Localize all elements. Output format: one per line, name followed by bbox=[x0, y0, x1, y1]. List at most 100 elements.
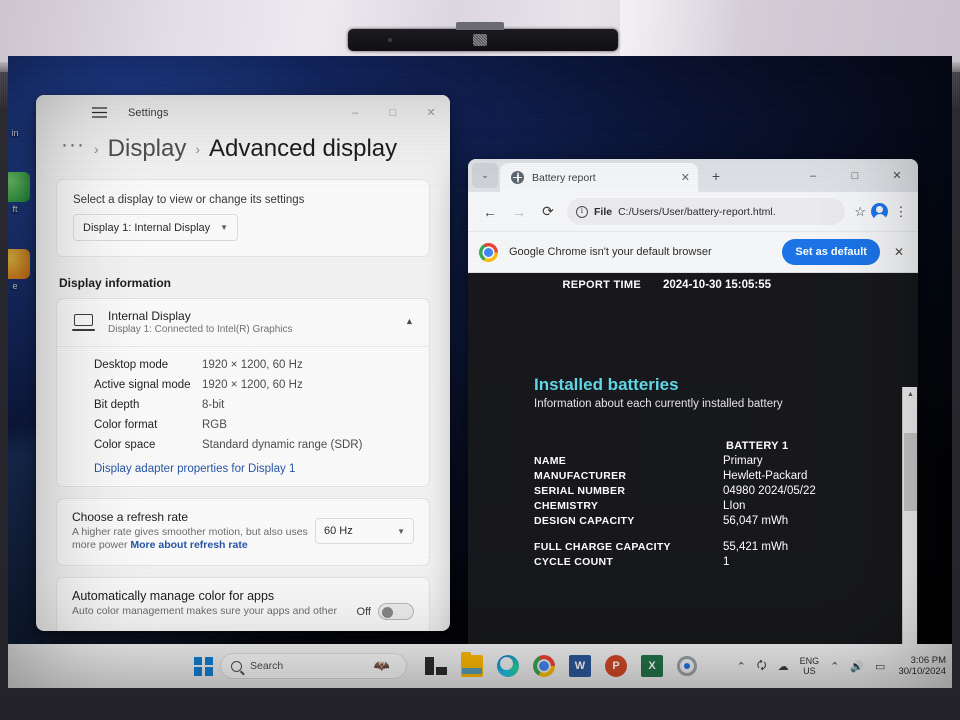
clock[interactable]: 3:06 PM 30/10/2024 bbox=[896, 655, 946, 678]
tab-search-button[interactable]: ⌄ bbox=[472, 163, 498, 188]
hamburger-menu-icon[interactable] bbox=[84, 100, 114, 126]
forward-button[interactable]: → bbox=[506, 199, 532, 225]
battery-row: CYCLE COUNT 1 bbox=[468, 556, 902, 568]
reload-button[interactable]: ⟳ bbox=[535, 199, 561, 225]
battery-row: SERIAL NUMBER 04980 2024/05/22 bbox=[468, 485, 902, 497]
taskbar[interactable]: Search 🦇 W P X ⌃ 🗘 ☁ ENG US ⌃ 🔊 ▭ 3:06 P… bbox=[8, 644, 952, 688]
globe-favicon-icon bbox=[511, 171, 524, 184]
report-time-value: 2024-10-30 15:05:55 bbox=[663, 279, 772, 291]
settings-close-button[interactable]: ✕ bbox=[412, 95, 450, 130]
settings-minimize-button[interactable]: – bbox=[336, 95, 374, 130]
wifi-icon[interactable]: ⌃ bbox=[830, 660, 839, 673]
task-view-icon[interactable] bbox=[425, 655, 447, 677]
profile-avatar-icon[interactable] bbox=[871, 203, 888, 221]
breadcrumb-display-link[interactable]: Display bbox=[108, 135, 187, 163]
url-text: C:/Users/User/battery-report.html. bbox=[618, 205, 776, 218]
chrome-maximize-button[interactable]: □ bbox=[834, 159, 876, 192]
installed-batteries-subtitle: Information about each currently install… bbox=[534, 398, 783, 410]
scroll-up-arrow-icon[interactable]: ▲ bbox=[903, 387, 918, 402]
chrome-menu-icon[interactable]: ⋮ bbox=[893, 204, 909, 220]
windows-logo-icon[interactable] bbox=[194, 656, 213, 676]
info-value: Standard dynamic range (SDR) bbox=[202, 439, 363, 451]
set-as-default-button[interactable]: Set as default bbox=[782, 239, 880, 265]
battery-icon[interactable]: ▭ bbox=[875, 660, 885, 673]
chrome-close-button[interactable]: ✕ bbox=[876, 159, 918, 192]
laptop-display-icon bbox=[72, 313, 95, 331]
microsoft-powerpoint-icon[interactable]: P bbox=[605, 655, 627, 677]
new-tab-button[interactable]: + bbox=[704, 164, 728, 188]
internal-display-sub: Display 1: Connected to Intel(R) Graphic… bbox=[108, 324, 293, 335]
battery-column-header: BATTERY 1 bbox=[726, 440, 789, 452]
search-input[interactable]: Search 🦇 bbox=[220, 653, 407, 679]
chrome-window[interactable]: ⌄ Battery report ✕ + – □ ✕ ← → ⟳ i File … bbox=[468, 159, 918, 670]
microsoft-excel-icon[interactable]: X bbox=[641, 655, 663, 677]
back-button[interactable]: ← bbox=[477, 199, 503, 225]
language-line-2: US bbox=[803, 666, 816, 676]
microsoft-word-icon[interactable]: W bbox=[569, 655, 591, 677]
info-value: RGB bbox=[202, 419, 227, 431]
microsoft-edge-icon[interactable] bbox=[497, 655, 519, 677]
breadcrumb-separator: › bbox=[195, 141, 201, 157]
battery-key: MANUFACTURER bbox=[534, 470, 627, 482]
screenshot-root: in ft e back-arrow-icon Settings – bbox=[0, 0, 960, 720]
clock-date: 30/10/2024 bbox=[898, 666, 946, 677]
settings-gear-icon[interactable] bbox=[677, 656, 697, 676]
file-scheme-label: File bbox=[594, 205, 613, 218]
clock-time: 3:06 PM bbox=[910, 654, 946, 666]
vertical-scrollbar-thumb[interactable] bbox=[904, 433, 917, 511]
battery-row: NAME Primary bbox=[468, 455, 902, 467]
display-adapter-properties-link[interactable]: Display adapter properties for Display 1 bbox=[57, 459, 429, 486]
battery-value: 1 bbox=[723, 556, 730, 568]
refresh-rate-value: 60 Hz bbox=[324, 525, 353, 537]
info-key: Desktop mode bbox=[94, 359, 169, 371]
close-tab-icon[interactable]: ✕ bbox=[681, 171, 690, 184]
display-select-hint: Select a display to view or change its s… bbox=[73, 194, 305, 206]
webcam-lens bbox=[473, 34, 487, 46]
refresh-rate-title: Choose a refresh rate bbox=[72, 510, 189, 524]
onedrive-icon[interactable]: ☁ bbox=[778, 660, 789, 673]
battery-row: DESIGN CAPACITY 56,047 mWh bbox=[468, 515, 902, 527]
vertical-scrollbar[interactable]: ▲ ▼ bbox=[902, 387, 917, 655]
auto-color-description: Auto color management makes sure your ap… bbox=[72, 605, 337, 617]
google-chrome-icon[interactable] bbox=[533, 655, 555, 677]
search-icon bbox=[231, 660, 242, 672]
language-indicator[interactable]: ENG US bbox=[800, 656, 820, 676]
display-select-dropdown[interactable]: Display 1: Internal Display ▼ bbox=[73, 214, 238, 241]
info-row: Desktop mode 1920 × 1200, 60 Hz bbox=[72, 355, 414, 375]
webcam-notch bbox=[456, 22, 504, 30]
breadcrumb-overflow-button[interactable]: ··· bbox=[61, 134, 85, 160]
chrome-logo-icon bbox=[479, 242, 498, 262]
bookmark-star-icon[interactable]: ☆ bbox=[854, 204, 866, 220]
settings-maximize-button[interactable]: □ bbox=[374, 95, 412, 130]
info-row: Color space Standard dynamic range (SDR) bbox=[72, 435, 414, 455]
volume-icon[interactable]: 🔊 bbox=[850, 660, 864, 673]
more-about-refresh-rate-link[interactable]: More about refresh rate bbox=[130, 539, 247, 551]
taskbar-apps: W P X bbox=[425, 652, 697, 677]
page-info-icon[interactable] bbox=[576, 205, 588, 218]
auto-color-toggle[interactable] bbox=[378, 603, 414, 620]
refresh-rate-dropdown[interactable]: 60 Hz ▼ bbox=[315, 518, 414, 544]
infobar-close-icon[interactable]: ✕ bbox=[891, 245, 907, 259]
internal-display-row[interactable]: Internal Display Display 1: Connected to… bbox=[57, 299, 429, 347]
infobar-text: Google Chrome isn't your default browser bbox=[509, 246, 712, 258]
settings-body: ··· › Display › Advanced display Select … bbox=[36, 130, 450, 631]
address-bar[interactable]: File C:/Users/User/battery-report.html. bbox=[567, 198, 846, 225]
settings-titlebar[interactable]: back-arrow-icon Settings – □ ✕ bbox=[36, 95, 450, 130]
file-explorer-icon[interactable] bbox=[461, 652, 483, 677]
back-arrow-icon[interactable]: back-arrow-icon bbox=[46, 100, 76, 126]
system-tray: ⌃ 🗘 ☁ ENG US ⌃ 🔊 ▭ 3:06 PM 30/10/2024 bbox=[737, 655, 952, 678]
info-key: Color format bbox=[94, 419, 158, 431]
tray-overflow-chevron-icon[interactable]: ⌃ bbox=[737, 660, 746, 673]
page-title: Advanced display bbox=[209, 135, 398, 162]
chrome-minimize-button[interactable]: – bbox=[792, 159, 834, 192]
settings-window[interactable]: back-arrow-icon Settings – □ ✕ ··· › Dis… bbox=[36, 95, 450, 631]
battery-key: SERIAL NUMBER bbox=[534, 485, 626, 497]
battery-key: CHEMISTRY bbox=[534, 500, 599, 512]
chevron-up-icon[interactable]: ▼ bbox=[405, 317, 414, 327]
battery-key: FULL CHARGE CAPACITY bbox=[534, 541, 671, 553]
sync-icon[interactable]: 🗘 bbox=[757, 657, 767, 676]
bat-mascot-icon: 🦇 bbox=[373, 658, 390, 673]
tab-battery-report[interactable]: Battery report ✕ bbox=[500, 163, 698, 192]
display-info-list: Desktop mode 1920 × 1200, 60 Hz Active s… bbox=[57, 347, 429, 459]
breadcrumb: ··· › Display › Advanced display bbox=[56, 132, 430, 179]
